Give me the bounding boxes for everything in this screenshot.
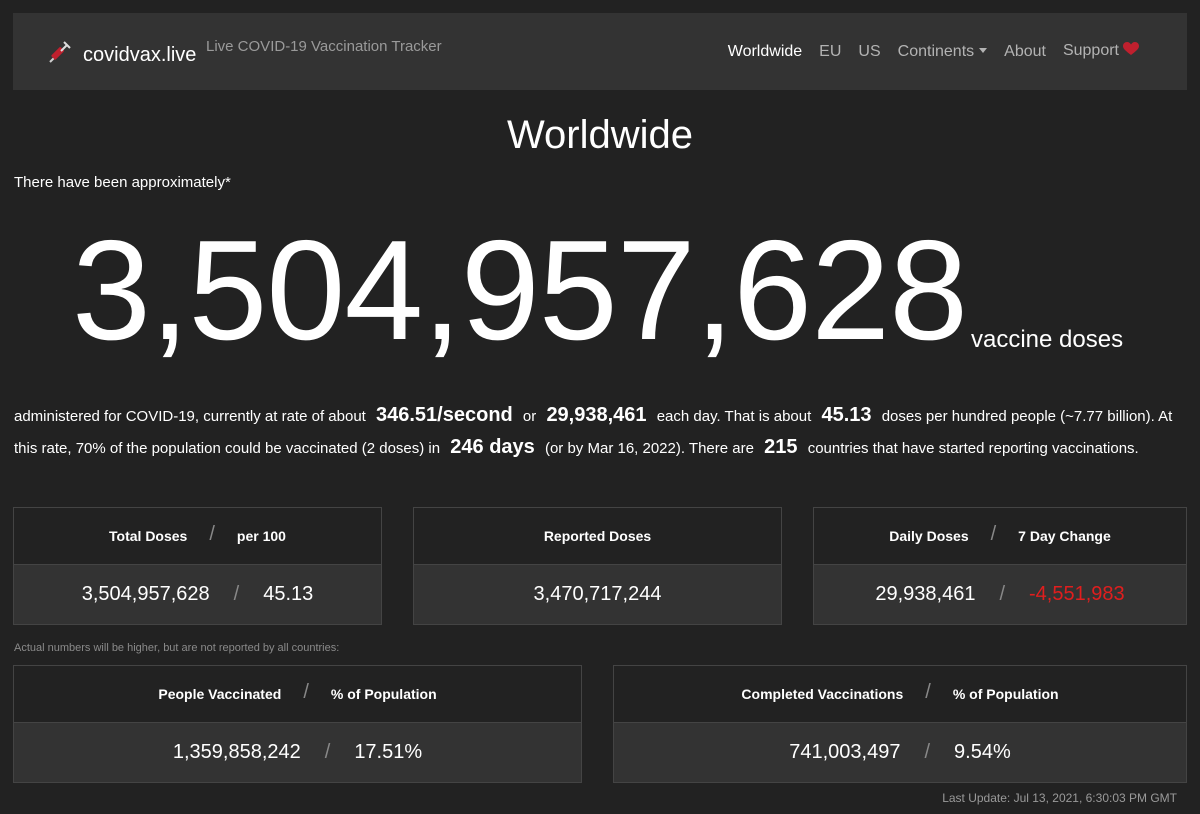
- card-body: 29,938,461 / -4,551,983: [814, 565, 1186, 624]
- days-to-70-percent: 246 days: [450, 436, 535, 458]
- card-value-completed-percent: 9.54%: [954, 741, 1011, 763]
- people-vaccinated-card: People Vaccinated / % of Population 1,35…: [13, 665, 582, 783]
- brand-tagline: Live COVID-19 Vaccination Tracker: [206, 38, 442, 55]
- total-doses-card: Total Doses / per 100 3,504,957,628 / 45…: [13, 507, 382, 625]
- card-label-reported-doses: Reported Doses: [543, 528, 652, 544]
- separator: /: [209, 522, 215, 545]
- summary-text-1: administered for COVID-19, currently at …: [14, 408, 366, 425]
- card-label-percent-population: % of Population: [330, 686, 437, 702]
- nav-eu[interactable]: EU: [819, 43, 841, 61]
- doses-per-day: 29,938,461: [546, 404, 647, 426]
- card-value-people-vaccinated: 1,359,858,242: [172, 741, 301, 763]
- nav-menu: Worldwide EU US Continents About Support: [728, 42, 1139, 61]
- separator: /: [999, 583, 1006, 605]
- separator: /: [924, 741, 931, 763]
- separator: /: [324, 741, 331, 763]
- separator: /: [990, 522, 997, 545]
- card-header: Daily Doses / 7 Day Change: [814, 508, 1186, 565]
- card-value-completed-vaccinations: 741,003,497: [789, 741, 901, 763]
- doses-per-hundred: 45.13: [821, 404, 872, 426]
- separator: /: [233, 583, 240, 605]
- card-label-percent-population: % of Population: [952, 686, 1059, 702]
- card-header: Total Doses / per 100: [14, 508, 381, 565]
- nav-support-label: Support: [1062, 42, 1119, 59]
- rate-per-second: 346.51/second: [376, 404, 513, 426]
- card-label-7-day-change: 7 Day Change: [1018, 528, 1111, 544]
- syringe-icon: [47, 39, 73, 70]
- card-body: 1,359,858,242 / 17.51%: [14, 723, 581, 782]
- nav-worldwide[interactable]: Worldwide: [728, 43, 802, 61]
- card-header: Completed Vaccinations / % of Population: [614, 666, 1186, 723]
- card-label-per-100: per 100: [236, 528, 286, 544]
- card-body: 3,504,957,628 / 45.13: [14, 565, 381, 624]
- card-label-completed-vaccinations: Completed Vaccinations: [741, 686, 904, 702]
- reporting-note: Actual numbers will be higher, but are n…: [14, 642, 340, 654]
- total-doses-counter: 3,504,957,628: [72, 211, 968, 370]
- doses-unit: vaccine doses: [971, 326, 1124, 353]
- summary-text-6: countries that have started reporting va…: [807, 440, 1139, 457]
- navbar: covidvax.live Live COVID-19 Vaccination …: [13, 13, 1187, 90]
- summary-text-3: each day. That is about: [656, 408, 812, 425]
- intro-text: There have been approximately*: [14, 174, 231, 191]
- summary-paragraph: administered for COVID-19, currently at …: [14, 400, 1186, 464]
- chevron-down-icon: [979, 47, 988, 53]
- nav-continents[interactable]: Continents: [898, 43, 988, 61]
- card-label-total-doses: Total Doses: [109, 528, 188, 544]
- card-value-total-doses: 3,504,957,628: [81, 583, 210, 605]
- summary-text-2: or: [522, 408, 537, 425]
- nav-about[interactable]: About: [1004, 43, 1046, 61]
- card-value-people-percent: 17.51%: [354, 741, 423, 763]
- card-value-per-100: 45.13: [263, 583, 314, 605]
- daily-doses-card: Daily Doses / 7 Day Change 29,938,461 / …: [813, 507, 1187, 625]
- last-update-timestamp: Last Update: Jul 13, 2021, 6:30:03 PM GM…: [942, 791, 1177, 805]
- countries-count: 215: [764, 436, 798, 458]
- summary-text-5: (or by Mar 16, 2022). There are: [544, 440, 754, 457]
- card-header: Reported Doses: [414, 508, 781, 565]
- separator: /: [303, 680, 309, 703]
- brand-link[interactable]: covidvax.live: [47, 39, 196, 70]
- nav-continents-label: Continents: [897, 42, 975, 60]
- card-value-daily-doses: 29,938,461: [875, 583, 976, 605]
- completed-vaccinations-card: Completed Vaccinations / % of Population…: [613, 665, 1187, 783]
- reported-doses-card: Reported Doses 3,470,717,244: [413, 507, 782, 625]
- separator: /: [925, 680, 931, 703]
- heart-icon: [1123, 42, 1139, 61]
- card-body: 3,470,717,244: [414, 565, 781, 624]
- card-header: People Vaccinated / % of Population: [14, 666, 581, 723]
- card-label-people-vaccinated: People Vaccinated: [158, 686, 282, 702]
- nav-support[interactable]: Support: [1063, 42, 1139, 61]
- card-label-daily-doses: Daily Doses: [889, 528, 969, 544]
- card-value-7-day-change: -4,551,983: [1029, 583, 1125, 605]
- brand-name[interactable]: covidvax.live: [83, 44, 196, 67]
- nav-us[interactable]: US: [858, 43, 880, 61]
- card-value-reported-doses: 3,470,717,244: [533, 583, 662, 605]
- card-body: 741,003,497 / 9.54%: [614, 723, 1186, 782]
- page-title: Worldwide: [507, 113, 693, 157]
